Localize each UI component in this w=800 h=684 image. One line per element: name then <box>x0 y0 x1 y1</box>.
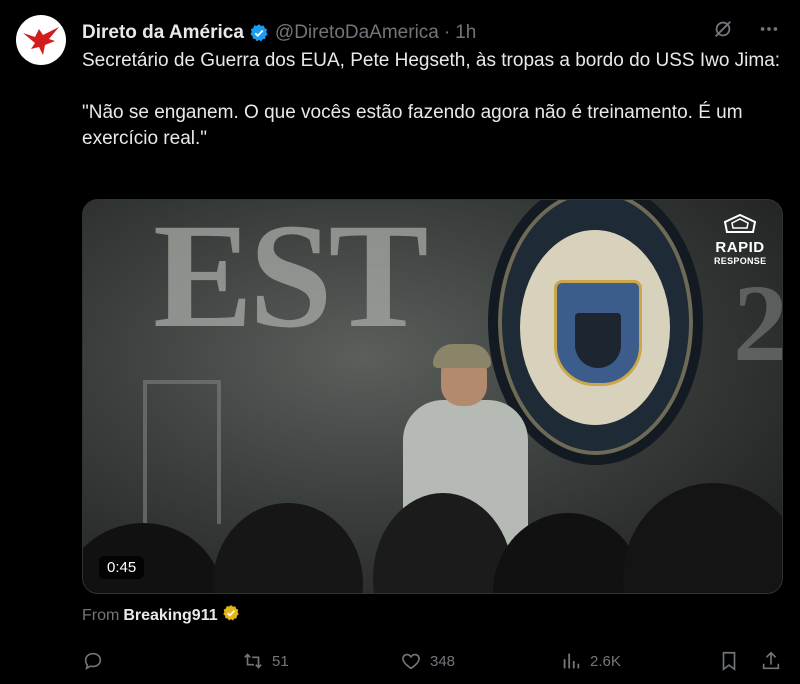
watermark-line2: RESPONSE <box>714 256 767 266</box>
tweet-text: Secretário de Guerra dos EUA, Pete Hegse… <box>82 50 781 149</box>
video-player[interactable]: EST D 7 2 RAPID RESPONSE 0:45 <box>82 199 783 594</box>
source-label: From <box>82 606 120 624</box>
audience-silhouettes <box>83 483 782 593</box>
verified-gold-badge-icon <box>222 604 240 627</box>
author-handle[interactable]: @DiretoDaAmerica <box>275 22 439 44</box>
views-icon <box>563 653 580 669</box>
bookmark-button[interactable] <box>718 650 740 672</box>
retweet-count: 51 <box>272 652 289 670</box>
source-name[interactable]: Breaking911 <box>123 607 217 625</box>
views-count: 2.6K <box>590 652 621 670</box>
action-bar: 51 348 2.6K <box>82 646 782 676</box>
video-source: From Breaking911 <box>82 604 240 627</box>
share-icon <box>762 651 780 670</box>
tweet-header: Direto da América @DiretoDaAmerica · 1h <box>82 20 780 46</box>
reply-icon <box>84 652 102 671</box>
author-avatar[interactable] <box>16 15 66 65</box>
share-button[interactable] <box>760 650 782 672</box>
grok-icon[interactable] <box>712 18 734 46</box>
pentagon-icon <box>723 213 757 233</box>
like-icon <box>402 653 420 670</box>
rapid-response-watermark: RAPID RESPONSE <box>714 213 767 266</box>
hangar-lettering-graphic: EST <box>153 199 429 359</box>
watermark-line1: RAPID <box>715 239 765 256</box>
verified-badge-icon[interactable] <box>249 23 269 43</box>
video-duration: 0:45 <box>99 556 145 579</box>
tweet-time[interactable]: 1h <box>455 22 476 44</box>
retweet-button[interactable]: 51 <box>242 650 289 672</box>
views-button[interactable]: 2.6K <box>560 650 621 672</box>
reply-button[interactable] <box>82 650 112 672</box>
like-count: 348 <box>430 652 456 670</box>
eagle-logo-icon <box>23 27 59 55</box>
hangar-lettering-graphic-right: 2 <box>733 262 783 384</box>
like-button[interactable]: 348 <box>400 650 455 672</box>
bookmark-icon <box>722 651 736 671</box>
separator-dot: · <box>443 22 451 43</box>
more-icon[interactable] <box>758 18 780 46</box>
author-name[interactable]: Direto da América <box>82 22 244 44</box>
retweet-icon <box>244 653 262 669</box>
